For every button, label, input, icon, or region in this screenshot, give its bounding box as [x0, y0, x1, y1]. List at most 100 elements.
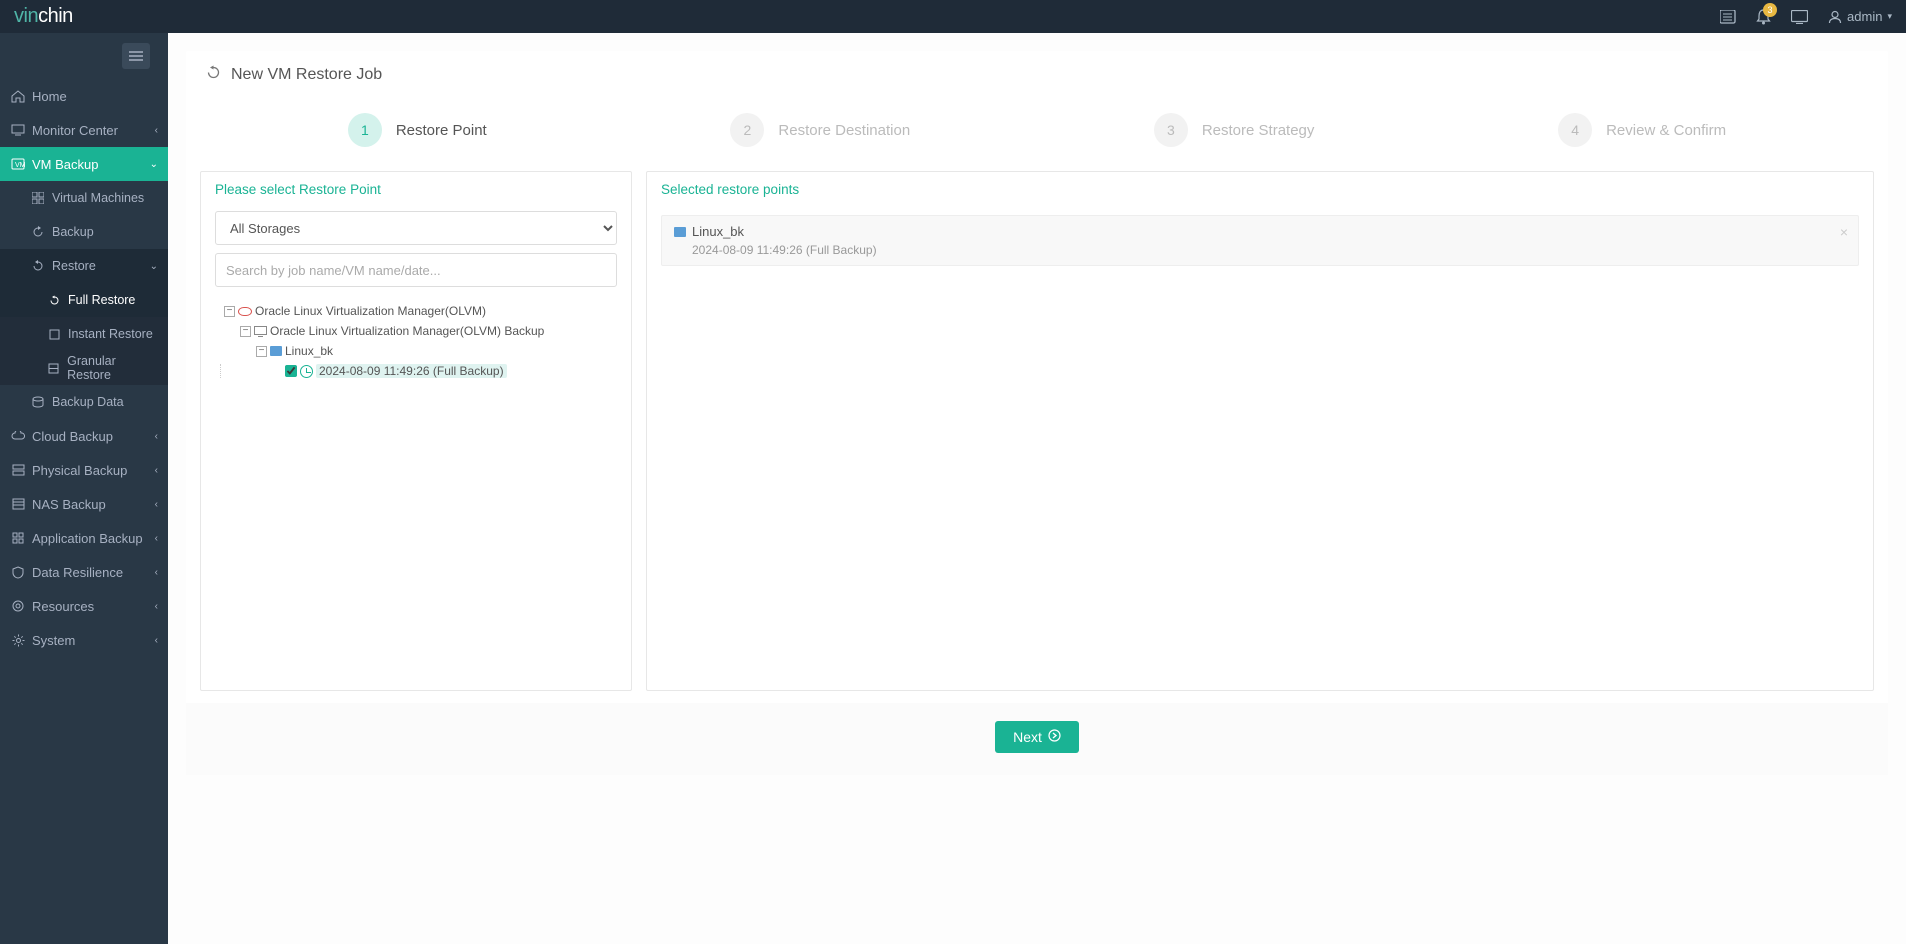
chevron-left-icon: ‹ — [155, 601, 158, 612]
sidebar-item-home[interactable]: Home — [0, 79, 168, 113]
vm-icon: VM — [10, 158, 26, 170]
sidebar-item-instant-restore[interactable]: Instant Restore — [0, 317, 168, 351]
panel-header: Please select Restore Point — [201, 172, 631, 207]
restore-title-icon — [206, 65, 221, 85]
sidebar-label: System — [32, 633, 75, 648]
selected-restore-point-item: Linux_bk 2024-08-09 11:49:26 (Full Backu… — [661, 215, 1859, 266]
page-card: New VM Restore Job 1 Restore Point 2 Res… — [186, 51, 1888, 775]
database-icon — [30, 396, 46, 408]
collapse-icon[interactable]: − — [224, 306, 235, 317]
svg-text:VM: VM — [15, 162, 25, 169]
chevron-left-icon: ‹ — [155, 635, 158, 646]
selected-points-panel: Selected restore points Linux_bk 2024-08… — [646, 171, 1874, 691]
brand-logo: vinchin — [14, 5, 73, 28]
step-label: Restore Point — [396, 122, 487, 139]
sidebar-item-full-restore[interactable]: Full Restore — [0, 283, 168, 317]
chevron-left-icon: ‹ — [155, 567, 158, 578]
screen-icon[interactable] — [1791, 10, 1808, 24]
restore-point-tree: − Oracle Linux Virtualization Manager(OL… — [215, 301, 617, 381]
panels-row: Please select Restore Point All Storages… — [186, 171, 1888, 703]
sidebar-item-backup[interactable]: Backup — [0, 215, 168, 249]
sidebar-label: Backup Data — [52, 395, 124, 409]
tree-node-platform[interactable]: − Oracle Linux Virtualization Manager(OL… — [215, 301, 617, 321]
step-4[interactable]: 4 Review & Confirm — [1558, 113, 1726, 147]
search-input[interactable] — [215, 253, 617, 287]
hamburger-icon — [129, 51, 143, 61]
step-1[interactable]: 1 Restore Point — [348, 113, 487, 147]
sidebar-toggle-area — [0, 33, 168, 79]
tree-node-restore-point[interactable]: 2024-08-09 11:49:26 (Full Backup) — [215, 361, 617, 381]
sidebar-item-physical-backup[interactable]: Physical Backup ‹ — [0, 453, 168, 487]
storage-select[interactable]: All Storages — [215, 211, 617, 245]
step-label: Restore Destination — [778, 122, 910, 139]
sidebar-item-cloud-backup[interactable]: Cloud Backup ‹ — [0, 419, 168, 453]
logo-text-b: chin — [38, 5, 73, 28]
shield-icon — [10, 566, 26, 579]
sidebar-item-monitor[interactable]: Monitor Center ‹ — [0, 113, 168, 147]
sidebar-label: Physical Backup — [32, 463, 127, 478]
tree-label: Oracle Linux Virtualization Manager(OLVM… — [255, 304, 486, 318]
sidebar-item-data-resilience[interactable]: Data Resilience ‹ — [0, 555, 168, 589]
sidebar-label: Instant Restore — [68, 327, 153, 341]
server-icon — [10, 464, 26, 476]
chevron-down-icon: ⌄ — [150, 261, 158, 272]
sidebar-collapse-button[interactable] — [122, 43, 150, 69]
remove-selected-button[interactable]: × — [1840, 224, 1848, 240]
page-footer: Next — [186, 703, 1888, 775]
app-header: vinchin 3 admin ▾ — [0, 0, 1906, 33]
sidebar-item-vmbackup[interactable]: VM VM Backup ⌄ — [0, 147, 168, 181]
sidebar-label: Virtual Machines — [52, 191, 144, 205]
collapse-icon[interactable]: − — [256, 346, 267, 357]
sidebar-label: Granular Restore — [67, 354, 158, 382]
sidebar-item-system[interactable]: System ‹ — [0, 623, 168, 657]
user-label: admin — [1847, 9, 1882, 24]
sidebar-item-granular-restore[interactable]: Granular Restore — [0, 351, 168, 385]
sidebar-label: Home — [32, 89, 67, 104]
vm-small-icon — [270, 346, 282, 356]
sidebar-item-virtual-machines[interactable]: Virtual Machines — [0, 181, 168, 215]
nas-icon — [10, 498, 26, 510]
restore-point-panel: Please select Restore Point All Storages… — [200, 171, 632, 691]
tree-node-vm[interactable]: − Linux_bk — [215, 341, 617, 361]
granular-icon — [46, 363, 61, 374]
refresh-icon — [30, 226, 46, 238]
restore-point-checkbox[interactable] — [285, 365, 297, 377]
restore-circle-icon — [46, 295, 62, 306]
notification-icon[interactable]: 3 — [1756, 9, 1771, 25]
sidebar-label: Cloud Backup — [32, 429, 113, 444]
sidebar-item-restore[interactable]: Restore ⌄ — [0, 249, 168, 283]
tree-label: Linux_bk — [285, 344, 333, 358]
step-number: 4 — [1558, 113, 1592, 147]
cloud-icon — [10, 431, 26, 441]
app-icon — [10, 532, 26, 544]
sidebar-label: Restore — [52, 259, 96, 273]
list-icon[interactable] — [1720, 10, 1736, 24]
tree-node-backup-job[interactable]: − Oracle Linux Virtualization Manager(OL… — [215, 321, 617, 341]
chevron-left-icon: ‹ — [155, 465, 158, 476]
logo-text-a: vin — [14, 5, 38, 28]
next-button[interactable]: Next — [995, 721, 1079, 753]
grid-icon — [30, 192, 46, 204]
sidebar-item-resources[interactable]: Resources ‹ — [0, 589, 168, 623]
notification-badge: 3 — [1763, 3, 1777, 17]
header-actions: 3 admin ▾ — [1720, 9, 1892, 25]
gear-icon — [10, 634, 26, 647]
selected-vm-name: Linux_bk — [692, 224, 744, 239]
chevron-left-icon: ‹ — [155, 533, 158, 544]
user-menu[interactable]: admin ▾ — [1828, 9, 1892, 24]
vm-small-icon — [674, 227, 686, 237]
tree-label: Oracle Linux Virtualization Manager(OLVM… — [270, 324, 544, 338]
collapse-icon[interactable]: − — [240, 326, 251, 337]
sidebar-item-nas-backup[interactable]: NAS Backup ‹ — [0, 487, 168, 521]
step-3[interactable]: 3 Restore Strategy — [1154, 113, 1315, 147]
home-icon — [10, 90, 26, 103]
step-2[interactable]: 2 Restore Destination — [730, 113, 910, 147]
sidebar-item-application-backup[interactable]: Application Backup ‹ — [0, 521, 168, 555]
panel-header: Selected restore points — [647, 172, 1873, 207]
sidebar-item-backup-data[interactable]: Backup Data — [0, 385, 168, 419]
step-number: 2 — [730, 113, 764, 147]
sidebar-label: NAS Backup — [32, 497, 106, 512]
chevron-down-icon: ⌄ — [150, 159, 158, 170]
next-button-label: Next — [1013, 729, 1042, 745]
sidebar-label: Application Backup — [32, 531, 143, 546]
